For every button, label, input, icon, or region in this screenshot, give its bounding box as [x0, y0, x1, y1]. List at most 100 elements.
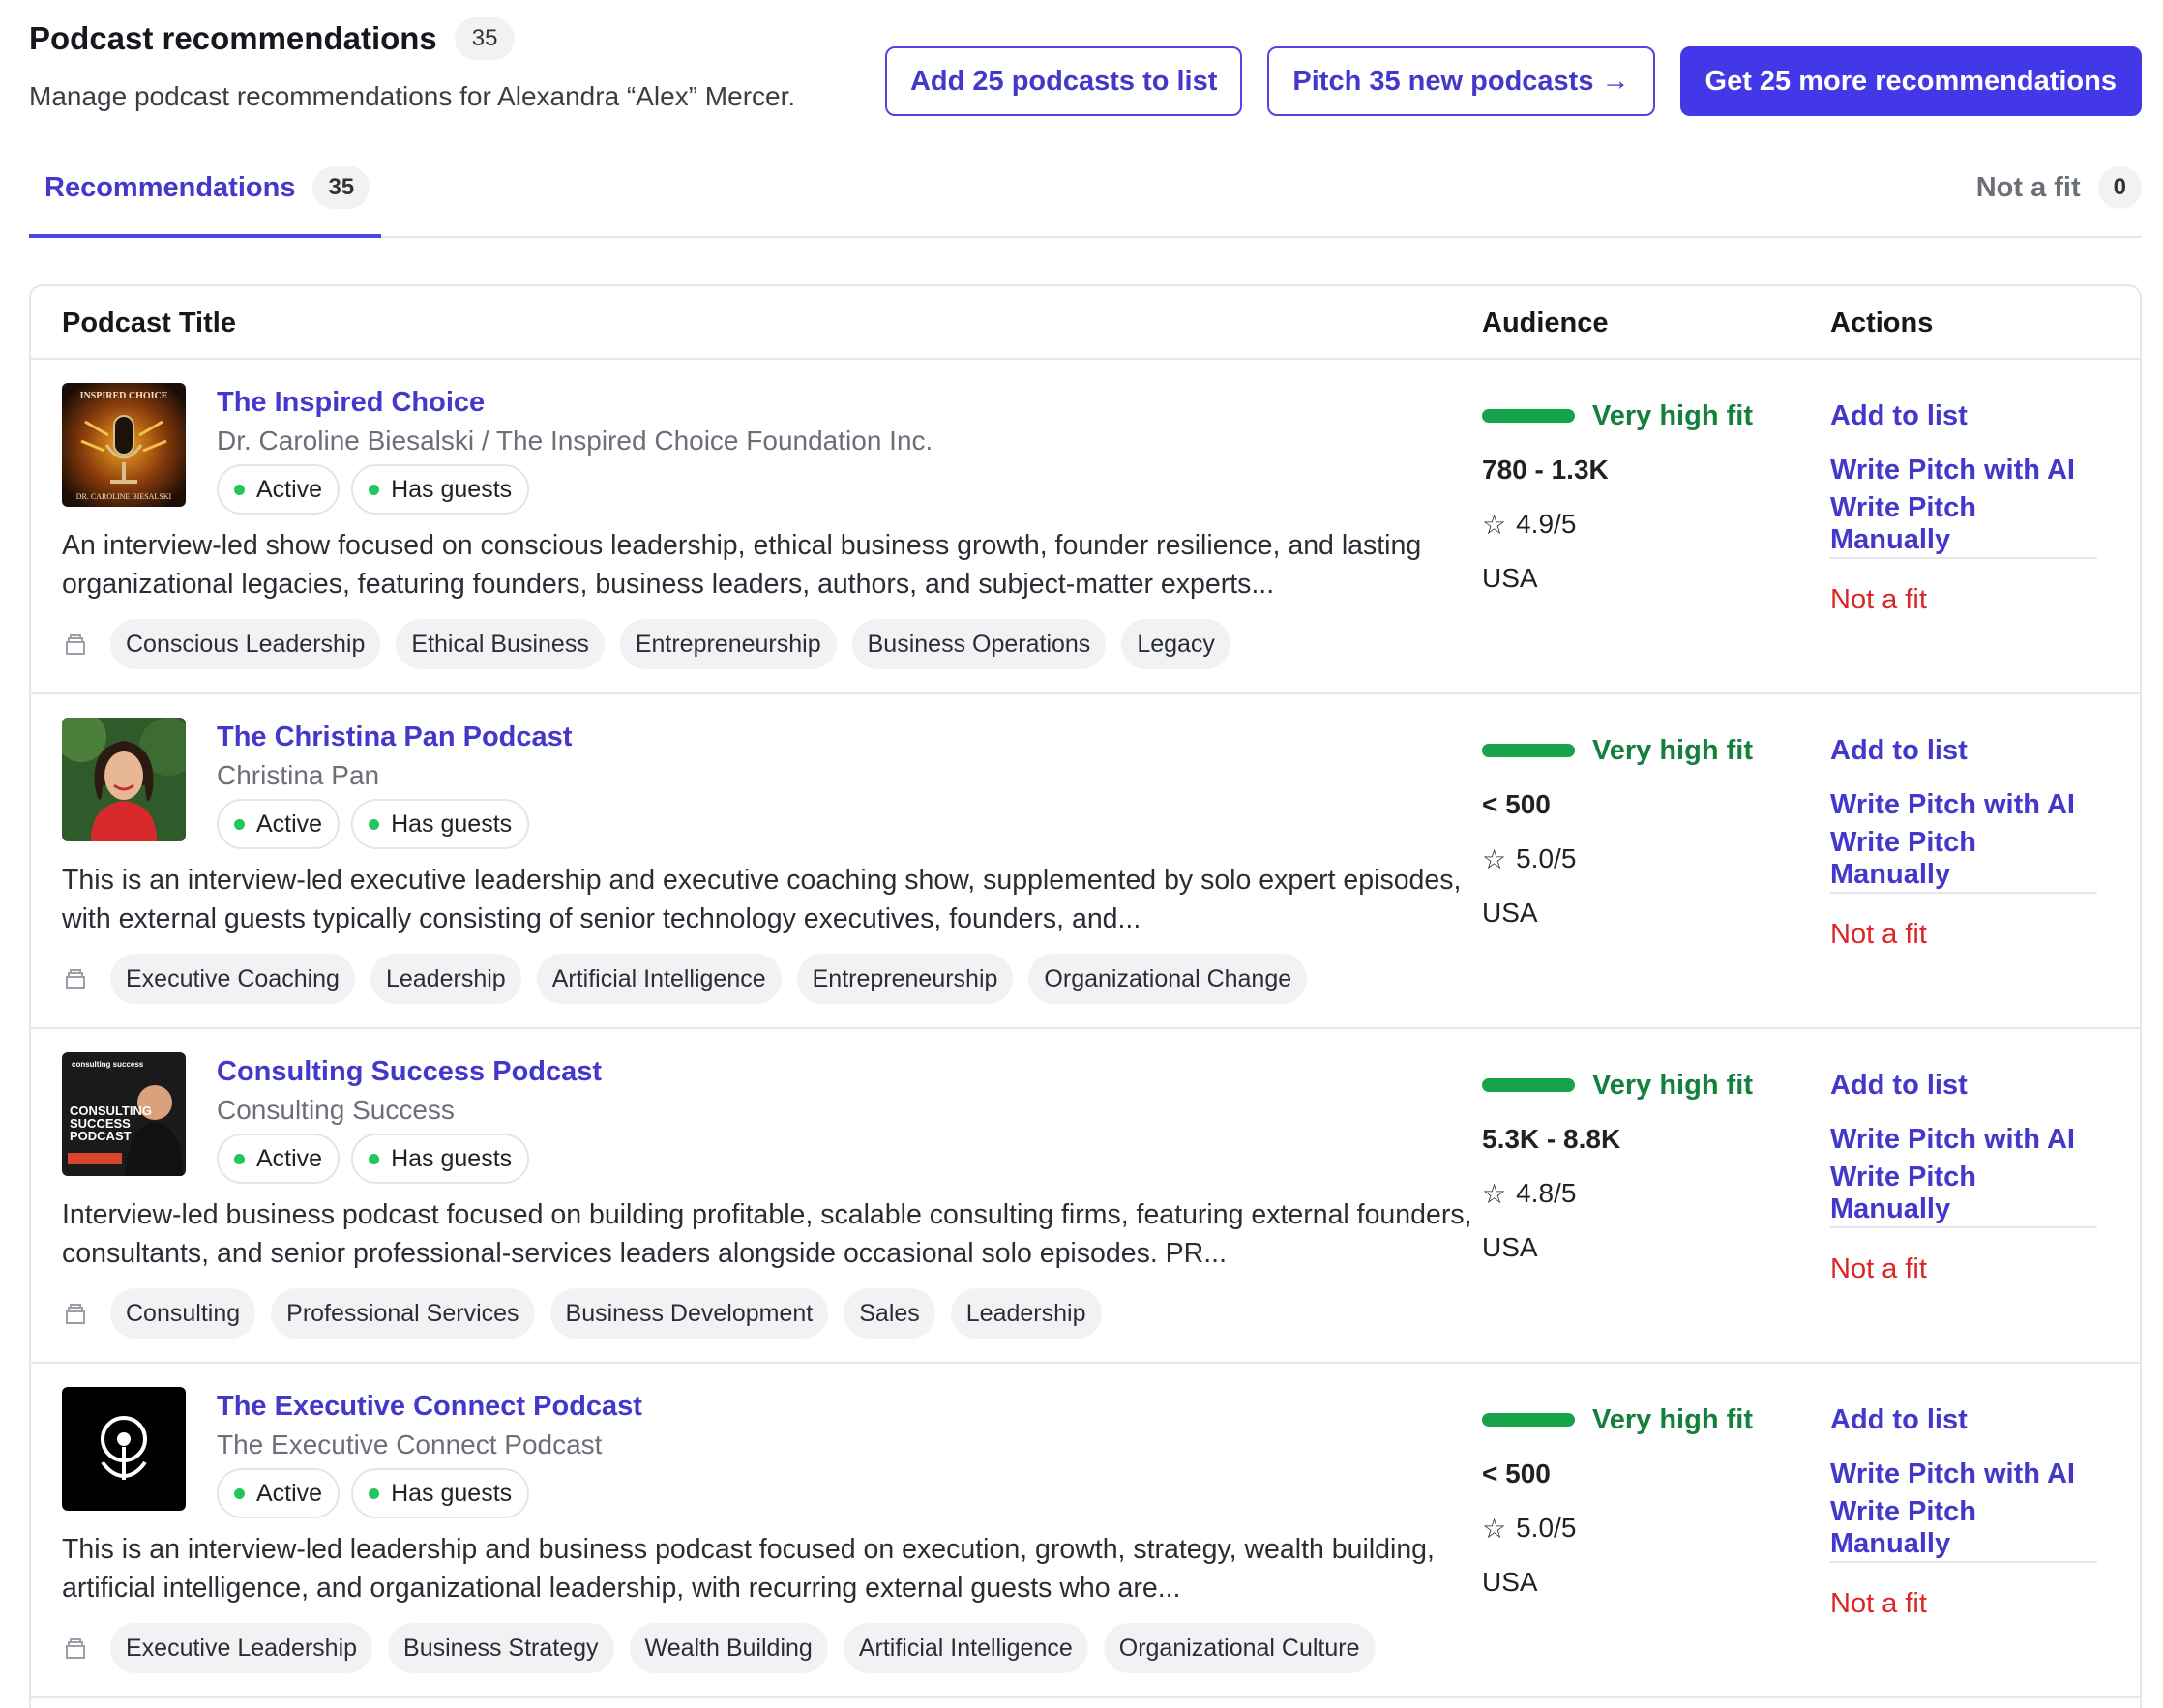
topic-tag: Consulting	[110, 1288, 256, 1339]
podcast-title-link[interactable]: The Executive Connect Podcast	[217, 1391, 642, 1423]
host-portrait-icon	[62, 718, 186, 841]
page-title: Podcast recommendations	[29, 20, 437, 56]
tab-not-a-fit[interactable]: Not a fit 0	[1976, 166, 2142, 209]
not-a-fit-link[interactable]: Not a fit	[1830, 1250, 2097, 1288]
country: USA	[1482, 898, 1538, 928]
not-a-fit-link[interactable]: Not a fit	[1830, 915, 2097, 954]
tab-recommendations-count: 35	[312, 166, 370, 209]
actions-divider	[1830, 892, 2097, 894]
audience-size: 5.3K - 8.8K	[1482, 1124, 1621, 1154]
topic-tag: Leadership	[950, 1288, 1102, 1339]
podcast-title-link[interactable]: The Christina Pan Podcast	[217, 721, 572, 753]
podcast-cover-art[interactable]	[62, 1387, 186, 1511]
podcast-host: Consulting Success	[217, 1095, 455, 1125]
topic-tag: Wealth Building	[629, 1623, 828, 1673]
audience-size: 780 - 1.3K	[1482, 455, 1609, 485]
podcast-table: Podcast Title Audience Actions INSPIRED …	[29, 284, 2142, 1708]
tab-recommendations[interactable]: Recommendations 35	[29, 155, 381, 238]
guests-badge: Has guests	[351, 1134, 530, 1184]
status-badge: Active	[217, 464, 341, 515]
tag-category-icon	[66, 969, 85, 989]
add-to-list-link[interactable]: Add to list	[1830, 1066, 2097, 1104]
rating-value: 5.0/5	[1516, 843, 1577, 873]
cover-art-footer: DR. CAROLINE BIESALSKI	[75, 492, 172, 501]
get-more-recommendations-button[interactable]: Get 25 more recommendations	[1679, 46, 2142, 116]
topic-tag: Artificial Intelligence	[843, 1623, 1088, 1673]
topic-tag: Executive Coaching	[110, 954, 355, 1004]
topic-tag: Organizational Culture	[1103, 1623, 1376, 1673]
podcast-title-link[interactable]: The Inspired Choice	[217, 387, 485, 419]
fit-label: Very high fit	[1592, 1403, 1753, 1435]
topic-tag: Executive Leadership	[110, 1623, 373, 1673]
podcast-host: Dr. Caroline Biesalski / The Inspired Ch…	[217, 426, 933, 456]
write-pitch-manually-link[interactable]: Write Pitch Manually	[1830, 1496, 2097, 1559]
podcast-host: The Executive Connect Podcast	[217, 1429, 603, 1459]
tag-category-icon	[66, 634, 85, 655]
tab-not-a-fit-label: Not a fit	[1975, 171, 2081, 203]
fit-bar	[1482, 409, 1575, 423]
write-pitch-ai-link[interactable]: Write Pitch with AI	[1830, 1120, 2097, 1159]
star-icon: ☆	[1482, 1178, 1507, 1209]
status-dot-icon	[234, 818, 245, 830]
write-pitch-manually-link[interactable]: Write Pitch Manually	[1830, 1162, 2097, 1224]
status-badge: Active	[217, 1134, 341, 1184]
status-dot-icon	[369, 1487, 380, 1499]
row-actions: Add to list Write Pitch with AI Write Pi…	[1830, 1400, 2097, 1638]
microphone-icon	[62, 383, 186, 507]
tag-list: Consulting Professional Services Busines…	[62, 1288, 1102, 1339]
column-header-title: Podcast Title	[62, 308, 236, 339]
table-row: The Executive Connect Podcast The Execut…	[31, 1364, 2140, 1698]
pitch-new-podcasts-button[interactable]: Pitch 35 new podcasts →	[1267, 46, 1655, 116]
tag-list: Executive Coaching Leadership Artificial…	[62, 954, 1308, 1004]
podcast-host: Christina Pan	[217, 760, 380, 790]
podcast-cover-art[interactable]: consulting success CONSULTING SUCCESS PO…	[62, 1052, 186, 1176]
write-pitch-ai-link[interactable]: Write Pitch with AI	[1830, 451, 2097, 489]
cover-art-brand: consulting success	[72, 1060, 144, 1069]
table-row: The Christina Pan Podcast Christina Pan …	[31, 694, 2140, 1029]
country: USA	[1482, 563, 1538, 593]
topic-tag: Legacy	[1121, 619, 1230, 669]
topic-tag: Business Development	[549, 1288, 829, 1339]
topic-tag: Ethical Business	[396, 619, 605, 669]
status-dot-icon	[369, 1153, 380, 1164]
fit-bar	[1482, 1413, 1575, 1427]
podcast-description: This is an interview-led executive leade…	[62, 865, 1462, 934]
row-actions: Add to list Write Pitch with AI Write Pi…	[1830, 731, 2097, 969]
add-to-list-link[interactable]: Add to list	[1830, 731, 2097, 770]
not-a-fit-link[interactable]: Not a fit	[1830, 580, 2097, 619]
tag-list: Executive Leadership Business Strategy W…	[62, 1623, 1376, 1673]
table-row: INSPIRED CHOICE DR. CAROLINE BIESALSKI T…	[31, 360, 2140, 694]
podcast-cover-art[interactable]	[62, 718, 186, 841]
add-to-list-link[interactable]: Add to list	[1830, 397, 2097, 435]
topic-tag: Entrepreneurship	[619, 619, 837, 669]
status-dot-icon	[234, 1153, 245, 1164]
audience-size: < 500	[1482, 789, 1551, 819]
write-pitch-manually-link[interactable]: Write Pitch Manually	[1830, 492, 2097, 555]
write-pitch-manually-link[interactable]: Write Pitch Manually	[1830, 827, 2097, 890]
podcast-title-link[interactable]: Consulting Success Podcast	[217, 1056, 602, 1088]
fit-bar	[1482, 1078, 1575, 1092]
rating-value: 4.9/5	[1516, 509, 1577, 539]
topic-tag: Entrepreneurship	[796, 954, 1014, 1004]
fit-bar	[1482, 744, 1575, 757]
cover-art-caption: INSPIRED CHOICE	[79, 391, 168, 401]
fit-label: Very high fit	[1592, 399, 1753, 431]
country: USA	[1482, 1567, 1538, 1597]
guests-badge: Has guests	[351, 464, 530, 515]
star-icon: ☆	[1482, 509, 1507, 540]
actions-divider	[1830, 1561, 2097, 1563]
not-a-fit-link[interactable]: Not a fit	[1830, 1584, 2097, 1623]
guests-badge: Has guests	[351, 799, 530, 849]
add-podcasts-to-list-button[interactable]: Add 25 podcasts to list	[884, 46, 1243, 116]
podcast-cover-art[interactable]: INSPIRED CHOICE DR. CAROLINE BIESALSKI	[62, 383, 186, 507]
write-pitch-ai-link[interactable]: Write Pitch with AI	[1830, 785, 2097, 824]
header-actions: Add 25 podcasts to list Pitch 35 new pod…	[884, 46, 2142, 116]
write-pitch-ai-link[interactable]: Write Pitch with AI	[1830, 1455, 2097, 1493]
page-subtitle: Manage podcast recommendations for Alexa…	[29, 81, 796, 111]
tab-not-a-fit-count: 0	[2097, 166, 2142, 209]
status-dot-icon	[369, 818, 380, 830]
row-actions: Add to list Write Pitch with AI Write Pi…	[1830, 397, 2097, 634]
add-to-list-link[interactable]: Add to list	[1830, 1400, 2097, 1439]
podcast-description: Interview-led business podcast focused o…	[62, 1199, 1472, 1269]
table-row: consulting success CONSULTING SUCCESS PO…	[31, 1029, 2140, 1364]
